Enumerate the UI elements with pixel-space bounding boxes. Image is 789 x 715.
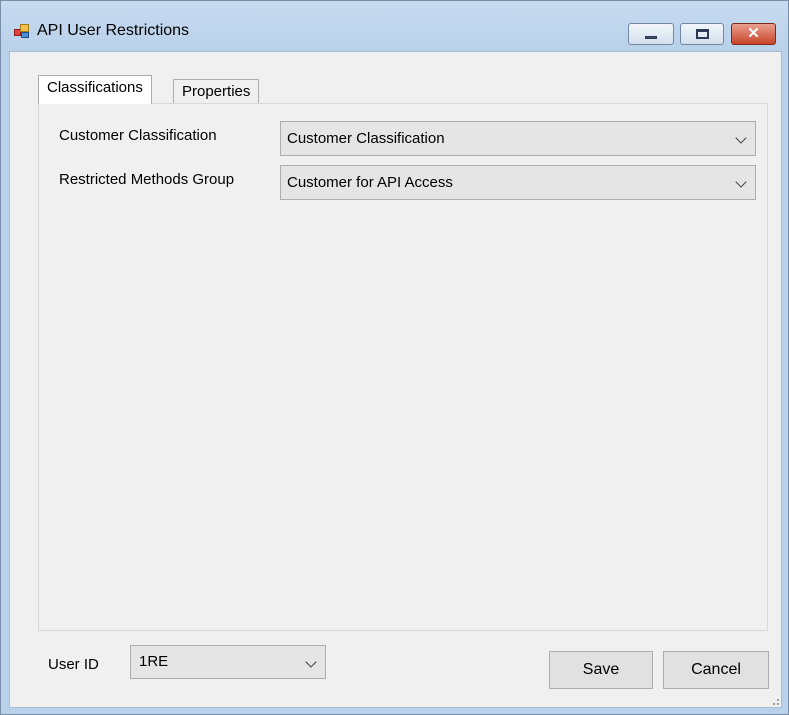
maximize-icon	[696, 29, 709, 39]
customer-classification-dropdown[interactable]: Customer Classification	[280, 121, 756, 156]
user-id-label: User ID	[48, 656, 99, 673]
user-id-dropdown[interactable]: 1RE	[130, 645, 326, 679]
chevron-down-icon	[305, 656, 317, 668]
chevron-down-icon	[735, 176, 747, 188]
dialog-client-area: Classifications Properties Customer Clas…	[9, 51, 782, 708]
chevron-down-icon	[735, 132, 747, 144]
customer-classification-label: Customer Classification	[59, 127, 217, 144]
resize-grip-icon[interactable]	[769, 695, 779, 705]
minimize-button[interactable]	[628, 23, 674, 45]
save-button[interactable]: Save	[549, 651, 653, 689]
restricted-methods-group-value: Customer for API Access	[287, 174, 453, 191]
minimize-icon	[645, 36, 657, 39]
title-bar[interactable]: API User Restrictions ✕	[1, 1, 788, 51]
restricted-methods-group-label: Restricted Methods Group	[59, 171, 235, 188]
cancel-button[interactable]: Cancel	[663, 651, 769, 689]
maximize-button[interactable]	[680, 23, 724, 45]
app-icon	[14, 23, 30, 39]
tab-properties[interactable]: Properties	[173, 79, 260, 105]
tab-classifications[interactable]: Classifications	[38, 75, 152, 104]
dialog-window: API User Restrictions ✕ Classifications …	[0, 0, 789, 715]
restricted-methods-group-dropdown[interactable]: Customer for API Access	[280, 165, 756, 200]
classifications-tab-panel: Customer Classification Customer Classif…	[38, 103, 768, 631]
customer-classification-value: Customer Classification	[287, 130, 445, 147]
window-title: API User Restrictions	[37, 22, 190, 39]
close-icon: ✕	[747, 25, 760, 42]
user-id-value: 1RE	[139, 653, 169, 670]
close-button[interactable]: ✕	[731, 23, 776, 45]
